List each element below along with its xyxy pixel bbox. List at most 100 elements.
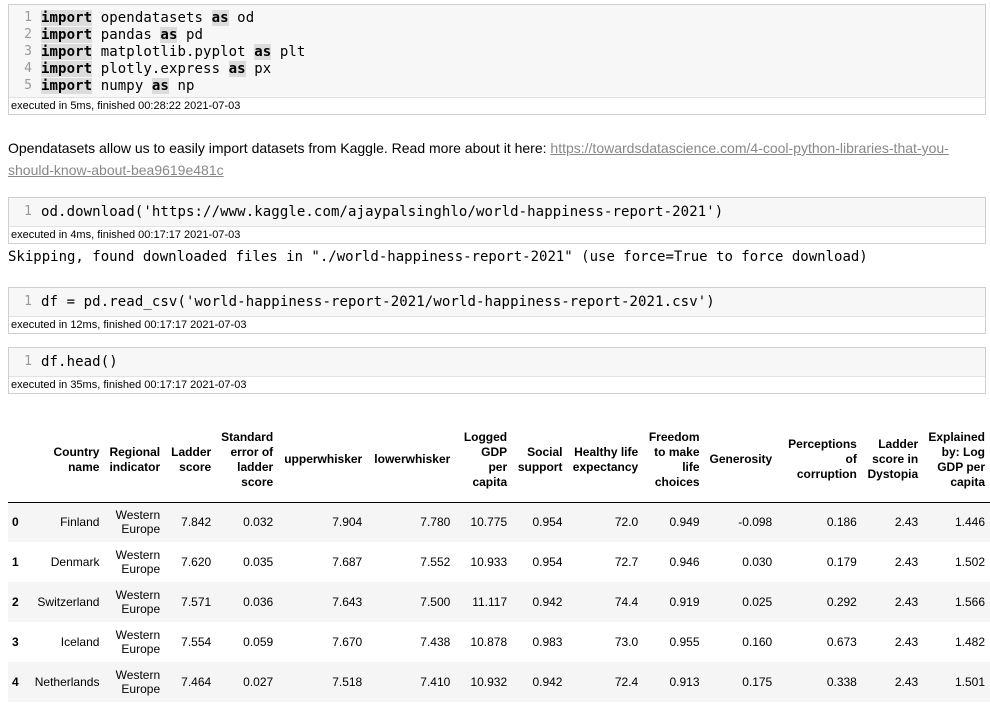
- column-header: Regional indicator: [109, 444, 161, 474]
- column-header: Ladder score in Dystopia: [867, 437, 919, 482]
- table-cell: 0.292: [826, 595, 857, 609]
- table-cell: 7.643: [332, 595, 363, 609]
- table-cell: 10.878: [470, 635, 508, 649]
- line-number: 3: [24, 44, 32, 59]
- table-cell: Western Europe: [115, 508, 161, 537]
- column-header: Freedom to make life choices: [648, 429, 700, 489]
- index-header: [8, 418, 25, 502]
- table-cell: 7.620: [181, 555, 212, 569]
- row-index: 0: [12, 515, 19, 530]
- code-cell-download[interactable]: 1 od.download('https://www.kaggle.com/aj…: [8, 197, 986, 244]
- table-cell: Switzerland: [37, 595, 100, 609]
- table-cell: Western Europe: [115, 628, 161, 656]
- table-cell: 0.954: [532, 555, 563, 569]
- table-cell: 0.186: [826, 515, 857, 530]
- row-index: 2: [12, 595, 19, 609]
- table-header-row: Country name Regional indicator Ladder sco…: [8, 418, 990, 502]
- code-cell-read-csv[interactable]: 1 df = pd.read_csv('world-happiness-repo…: [8, 287, 986, 334]
- line-number: 4: [24, 61, 32, 76]
- table-cell: 0.059: [243, 635, 274, 649]
- table-cell: 0.032: [243, 515, 274, 530]
- column-header: Logged GDP per capita: [463, 429, 508, 489]
- table-cell: 1.566: [954, 595, 985, 609]
- code-line: import numpy as np: [41, 77, 195, 94]
- table-cell: 0.942: [532, 595, 563, 609]
- table-cell: Denmark: [50, 555, 100, 569]
- table-cell: 7.670: [332, 635, 363, 649]
- table-cell: 1.446: [954, 515, 985, 530]
- table-cell: 2.43: [894, 515, 919, 530]
- table-cell: 7.780: [420, 515, 451, 530]
- table-cell: 7.552: [420, 555, 451, 569]
- code-editor[interactable]: 1 df = pd.read_csv('world-happiness-repo…: [9, 288, 985, 317]
- table-cell: Netherlands: [34, 675, 100, 689]
- table-cell: Western Europe: [115, 588, 161, 616]
- table-row: 3 Iceland Western Europe 7.554 0.059 7.670 7.4…: [8, 622, 990, 662]
- code-line-row: 2 import pandas as pd: [9, 26, 985, 43]
- column-header: Generosity: [709, 452, 773, 467]
- table-cell: Western Europe: [115, 548, 161, 576]
- code-editor[interactable]: 1 df.head(): [9, 348, 985, 377]
- column-header: upperwhisker: [284, 452, 363, 467]
- table-cell: Western Europe: [115, 668, 161, 696]
- code-line: od.download('https://www.kaggle.com/ajay…: [41, 203, 724, 220]
- code-line: import opendatasets as od: [41, 9, 255, 26]
- table-cell: 7.500: [420, 595, 451, 609]
- code-line-row: 5 import numpy as np: [9, 77, 985, 94]
- table-cell: 2.43: [894, 555, 919, 569]
- table-cell: 2.43: [894, 635, 919, 649]
- code-line-row: 3 import matplotlib.pyplot as plt: [9, 43, 985, 60]
- code-line-row: 1 import opendatasets as od: [9, 9, 985, 26]
- table-cell: 0.673: [826, 635, 857, 649]
- table-cell: 10.933: [470, 555, 508, 569]
- table-cell: 0.036: [243, 595, 274, 609]
- table-cell: 0.942: [532, 675, 563, 689]
- execution-info: executed in 35ms, finished 00:17:17 2021…: [9, 377, 985, 393]
- table-cell: 0.160: [742, 635, 773, 649]
- dataframe-table: Country name Regional indicator Ladder sco…: [8, 418, 990, 702]
- table-cell: 7.518: [332, 675, 363, 689]
- table-cell: 10.932: [470, 675, 508, 689]
- column-header: Perceptions of corruption: [788, 437, 857, 482]
- code-editor[interactable]: 1 import opendatasets as od 2 import pandas…: [9, 5, 985, 98]
- table-cell: 0.338: [826, 675, 857, 689]
- table-cell: 7.410: [420, 675, 451, 689]
- table-cell: 7.464: [181, 675, 212, 689]
- column-header: Country name: [53, 444, 100, 474]
- table-cell: 2.43: [894, 675, 919, 689]
- code-line: import plotly.express as px: [41, 60, 272, 77]
- table-cell: 0.030: [742, 555, 773, 569]
- markdown-cell: Opendatasets allow us to easily import d…: [8, 137, 983, 181]
- table-cell: 7.687: [332, 555, 363, 569]
- table-row: 1 Denmark Western Europe 7.620 0.035 7.687 7.5…: [8, 542, 990, 582]
- line-number: 1: [24, 354, 32, 369]
- column-header: Healthy life expectancy: [572, 444, 639, 474]
- table-cell: 7.904: [332, 515, 363, 530]
- line-number: 2: [24, 27, 32, 42]
- table-cell: 1.502: [954, 555, 985, 569]
- table-row: 0 Finland Western Europe 7.842 0.032 7.904 7.7…: [8, 502, 990, 542]
- code-cell-imports[interactable]: 1 import opendatasets as od 2 import pandas…: [8, 4, 986, 115]
- table-cell: 2.43: [894, 595, 919, 609]
- column-header: Ladder score: [171, 444, 212, 474]
- code-line: df.head(): [41, 353, 118, 370]
- table-cell: 72.0: [614, 515, 639, 530]
- row-index: 1: [12, 555, 19, 569]
- table-cell: 73.0: [614, 635, 639, 649]
- code-editor[interactable]: 1 od.download('https://www.kaggle.com/aj…: [9, 198, 985, 227]
- line-number: 5: [24, 78, 32, 93]
- line-number: 1: [24, 10, 32, 25]
- table-cell: 0.919: [669, 595, 700, 609]
- table-cell: 0.955: [669, 635, 700, 649]
- table-cell: Iceland: [60, 635, 100, 649]
- code-cell-head[interactable]: 1 df.head() executed in 35ms, finished 0…: [8, 347, 986, 394]
- execution-info: executed in 5ms, finished 00:28:22 2021-…: [9, 98, 985, 114]
- table-cell: 0.983: [532, 635, 563, 649]
- table-cell: 11.117: [472, 595, 508, 609]
- column-header: Explained by: Log GDP per capita: [928, 429, 985, 489]
- markdown-text: Opendatasets allow us to easily import d…: [8, 140, 551, 156]
- table-cell: 7.571: [181, 595, 212, 609]
- code-line: import pandas as pd: [41, 26, 204, 43]
- table-cell: 0.946: [669, 555, 700, 569]
- code-line-row: 4 import plotly.express as px: [9, 60, 985, 77]
